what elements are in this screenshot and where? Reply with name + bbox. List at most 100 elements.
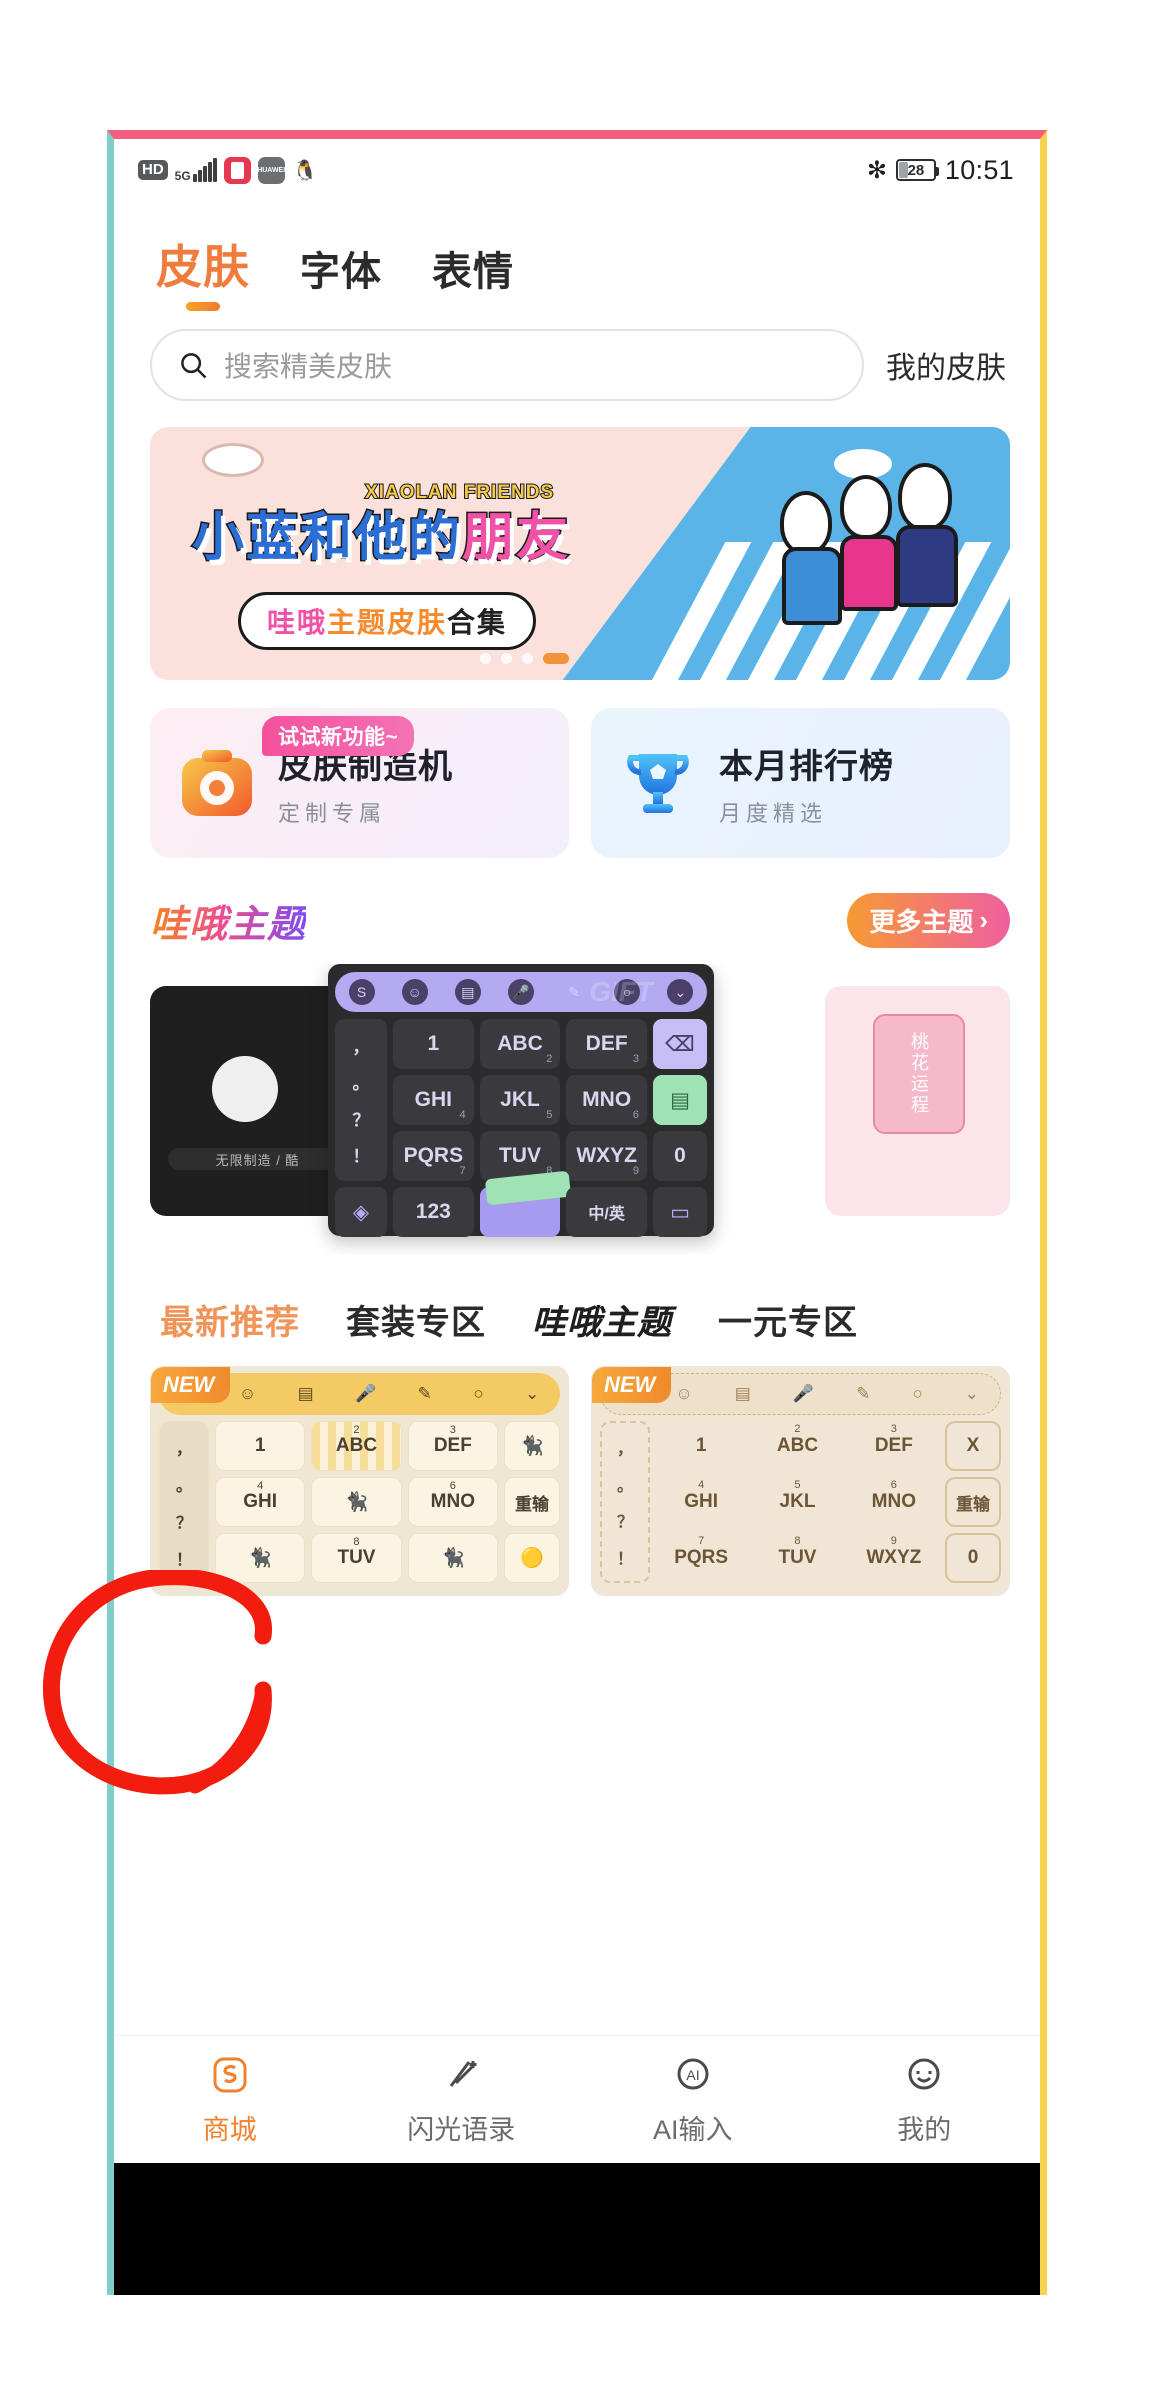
category-tab-one-yuan[interactable]: 一元专区 bbox=[718, 1295, 858, 1344]
skin-card-yellow-cat[interactable]: NEW 🐱 ☺ ▤ 🎤 ✎ ○ ⌄ ， 。 ？ ！ 1 2ABC 3DEF bbox=[150, 1366, 569, 1596]
search-row: 搜索精美皮肤 我的皮肤 bbox=[114, 311, 1040, 401]
mic-icon: 🎤 bbox=[792, 1384, 815, 1403]
key-abc[interactable]: ABC 2 bbox=[479, 1019, 561, 1069]
bottom-navigation-bar: 商城 闪光语录 AI AI输入 我的 bbox=[114, 2035, 1040, 2163]
banner-pill-pink: 哇哦 bbox=[267, 607, 328, 638]
keyboard-icon[interactable]: ▤ bbox=[454, 979, 481, 1005]
send-icon[interactable]: ▭ bbox=[652, 1187, 707, 1237]
skin-key-mno: 6 MNO bbox=[407, 1477, 498, 1527]
skin-key-period: 。 bbox=[175, 1477, 192, 1495]
trophy-icon bbox=[617, 742, 699, 824]
theme-carousel[interactable]: 无限制造 / 酷 桃花运程 GIFT S ☺ ▤ 🎤 ✎ ○ ⌄ ， 。 ？ ！… bbox=[150, 964, 1010, 1254]
key-question: ？ bbox=[352, 1110, 370, 1130]
key-pqrs-label: PQRS bbox=[403, 1144, 464, 1167]
status-bar: HD 5G HUAWEI 🐧 ✻ 28 10:51 bbox=[114, 139, 1040, 201]
search-placeholder: 搜索精美皮肤 bbox=[224, 351, 393, 382]
tab-emoji[interactable]: 表情 bbox=[432, 239, 514, 311]
enter-icon[interactable]: ▤ bbox=[652, 1075, 707, 1125]
banner-pagination-dots[interactable] bbox=[480, 653, 569, 664]
nav-item-store[interactable]: 商城 bbox=[114, 2052, 346, 2147]
signal-icon: 5G bbox=[175, 158, 217, 182]
banner-dot-1[interactable] bbox=[501, 653, 512, 664]
my-skins-button[interactable]: 我的皮肤 bbox=[886, 343, 1010, 387]
more-icon[interactable]: ⌄ bbox=[667, 979, 694, 1005]
banner-pill: 哇哦主题皮肤合集 bbox=[238, 592, 537, 650]
nav-item-quotes[interactable]: 闪光语录 bbox=[346, 2052, 578, 2147]
category-tab-wow-theme[interactable]: 哇哦主题 bbox=[532, 1295, 672, 1344]
more-themes-button[interactable]: 更多主题 › bbox=[847, 892, 1010, 948]
wow-theme-title: 哇哦主题 bbox=[150, 893, 306, 948]
ai-input-icon: AI bbox=[670, 2052, 716, 2098]
skin-key-ghi: 4 GHI bbox=[215, 1477, 306, 1527]
tab-fonts-label: 字体 bbox=[300, 250, 382, 294]
chevron-right-icon: › bbox=[979, 904, 988, 935]
key-0-label: 0 bbox=[674, 1144, 686, 1167]
key-ghi-sub: 4 bbox=[459, 1109, 466, 1121]
skin-delete-icon: 🐈‍⬛ bbox=[504, 1421, 560, 1471]
promo-banner[interactable]: XIAOLAN FRIENDS 小蓝和他的朋友 哇哦主题皮肤合集 bbox=[150, 427, 1010, 680]
key-lang-toggle[interactable]: 中/英 bbox=[566, 1187, 647, 1237]
banner-dot-3[interactable] bbox=[543, 653, 569, 664]
key-wxyz[interactable]: WXYZ 9 bbox=[566, 1131, 647, 1181]
monthly-ranking-card[interactable]: 本月排行榜 月度精选 bbox=[591, 708, 1010, 858]
skin-maker-badge: 试试新功能~ bbox=[262, 716, 415, 756]
theme-preview-right-charm: 桃花运程 bbox=[873, 1014, 965, 1134]
keyboard-symbol-column[interactable]: ， 。 ？ ！ bbox=[335, 1019, 387, 1181]
skin-card-beige-puppy[interactable]: NEW S ☺ ▤ 🎤 ✎ ○ ⌄ ， 。 ？ ！ 1 2ABC 3DEF bbox=[591, 1366, 1010, 1596]
tab-skins[interactable]: 皮肤 bbox=[156, 231, 250, 311]
skin-key-def: 3 DEF bbox=[407, 1421, 498, 1471]
top-tab-bar: 皮肤 字体 表情 bbox=[114, 201, 1040, 311]
theme-preview-right-caption: 桃花运程 bbox=[909, 1032, 929, 1116]
skin-key-tuv: 8 TUV bbox=[311, 1533, 402, 1583]
category-tab-bundles[interactable]: 套装专区 bbox=[346, 1295, 486, 1344]
skin-key-ball: 🟡 bbox=[504, 1533, 560, 1583]
key-1[interactable]: 1 bbox=[393, 1019, 474, 1069]
category-tab-newest[interactable]: 最新推荐 bbox=[160, 1295, 300, 1344]
banner-character-1 bbox=[780, 491, 832, 555]
mic-icon[interactable]: 🎤 bbox=[507, 979, 534, 1005]
search-input[interactable]: 搜索精美皮肤 bbox=[150, 329, 864, 401]
banner-title-pink: 朋友 bbox=[461, 508, 571, 569]
key-pqrs[interactable]: PQRS 7 bbox=[393, 1131, 474, 1181]
skin-key-jkl: 🐈‍⬛ bbox=[311, 1477, 402, 1527]
key-0[interactable]: 0 bbox=[652, 1131, 707, 1181]
key-ghi[interactable]: GHI 4 bbox=[393, 1075, 474, 1125]
theme-icon[interactable]: ◈ bbox=[335, 1187, 387, 1237]
skin-redo-key: 重输 bbox=[945, 1477, 1001, 1527]
nav-item-ai-input[interactable]: AI AI输入 bbox=[577, 2052, 809, 2147]
theme-preview-right[interactable]: 桃花运程 bbox=[825, 986, 1010, 1216]
skin-symbol-column: ， 。 ？ ！ bbox=[159, 1421, 209, 1583]
emoji-icon[interactable]: ☺ bbox=[401, 979, 428, 1005]
skin-key-exclaim: ！ bbox=[616, 1550, 633, 1568]
wow-theme-header: 哇哦主题 更多主题 › bbox=[150, 892, 1010, 948]
banner-title-blue: 小蓝和他的 bbox=[190, 508, 463, 569]
sparkle-quote-icon bbox=[438, 2052, 484, 2098]
key-123-label: 123 bbox=[415, 1200, 451, 1223]
monthly-ranking-text: 本月排行榜 月度精选 bbox=[719, 739, 894, 828]
phone-screenshot-frame: HD 5G HUAWEI 🐧 ✻ 28 10:51 皮肤 字体 表情 搜索精美皮… bbox=[107, 130, 1047, 2295]
key-def-sub: 3 bbox=[632, 1053, 639, 1065]
banner-dot-2[interactable] bbox=[522, 653, 533, 664]
key-def[interactable]: DEF 3 bbox=[566, 1019, 647, 1069]
banner-dot-0[interactable] bbox=[480, 653, 491, 664]
nav-item-profile[interactable]: 我的 bbox=[809, 2052, 1041, 2147]
handwrite-icon[interactable]: ✎ bbox=[561, 979, 587, 1005]
key-jkl[interactable]: JKL 5 bbox=[479, 1075, 561, 1125]
key-wxyz-label: WXYZ bbox=[576, 1144, 637, 1167]
qq-penguin-icon: 🐧 bbox=[292, 159, 318, 182]
key-123[interactable]: 123 bbox=[393, 1187, 474, 1237]
key-space[interactable] bbox=[479, 1170, 571, 1237]
key-mno-label: MNO bbox=[582, 1088, 632, 1111]
theme-preview-main[interactable]: GIFT S ☺ ▤ 🎤 ✎ ○ ⌄ ， 。 ？ ！ 1 ABC 2 DEF 3… bbox=[328, 964, 714, 1237]
monthly-ranking-subtitle: 月度精选 bbox=[719, 800, 828, 826]
clock-label: 10:51 bbox=[944, 154, 1014, 185]
signal-bars-icon bbox=[192, 158, 217, 182]
key-ghi-label: GHI bbox=[414, 1088, 452, 1111]
handwrite-icon: ✎ bbox=[417, 1384, 432, 1403]
key-mno[interactable]: MNO 6 bbox=[566, 1075, 647, 1125]
skin-maker-card[interactable]: 皮肤制造机 定制专属 试试新功能~ bbox=[150, 708, 569, 858]
key-comma: ， bbox=[352, 1037, 370, 1057]
tab-fonts[interactable]: 字体 bbox=[300, 239, 382, 311]
delete-icon[interactable]: ⌫ bbox=[652, 1019, 707, 1069]
sogou-icon[interactable]: S bbox=[348, 979, 375, 1005]
